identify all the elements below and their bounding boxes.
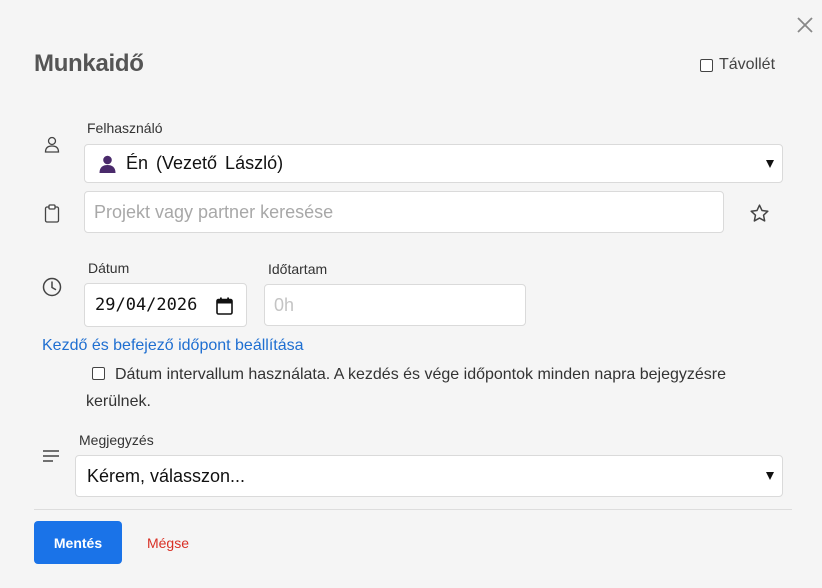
footer-divider — [34, 509, 792, 510]
page-title: Munkaidő — [34, 50, 144, 77]
date-interval-checkbox[interactable] — [92, 367, 105, 380]
absence-label: Távollét — [719, 56, 776, 73]
absence-checkbox-box[interactable] — [700, 58, 713, 72]
calendar-icon[interactable] — [216, 297, 233, 315]
duration-label: Időtartam — [268, 261, 328, 277]
close-icon — [797, 17, 813, 33]
cancel-button[interactable]: Mégse — [138, 521, 198, 564]
note-select-value: Kérem, válasszon... — [87, 465, 246, 486]
chevron-down-icon — [766, 159, 774, 168]
note-select[interactable]: Kérem, válasszon... — [75, 455, 783, 497]
user-select-value: Én (Vezető László) — [126, 153, 284, 173]
clipboard-icon — [44, 204, 60, 223]
favorite-button[interactable] — [749, 203, 770, 224]
user-select[interactable]: Én (Vezető László) — [84, 144, 783, 183]
lines-icon — [42, 449, 60, 463]
time-range-link[interactable]: Kezdő és befejező időpont beállítása — [42, 337, 304, 355]
note-label: Megjegyzés — [79, 432, 154, 448]
duration-input[interactable] — [264, 284, 526, 326]
date-input[interactable]: 29/04/2026 — [84, 283, 247, 327]
star-icon — [750, 204, 769, 222]
save-button[interactable]: Mentés — [34, 521, 122, 564]
user-icon — [44, 136, 60, 153]
absence-checkbox[interactable]: Távollét — [700, 56, 775, 74]
date-interval-label: Dátum intervallum használata. A kezdés é… — [86, 366, 727, 410]
avatar-icon — [99, 155, 116, 173]
date-label: Dátum — [88, 260, 130, 276]
date-input-value: 29/04/2026 — [95, 295, 198, 315]
clock-icon — [42, 277, 62, 297]
chevron-down-icon — [766, 472, 774, 480]
project-search-input[interactable] — [84, 191, 724, 233]
close-button[interactable] — [792, 12, 818, 38]
date-interval-option: Dátum intervallum használata. A kezdés é… — [86, 361, 786, 415]
user-label: Felhasználó — [87, 120, 163, 136]
